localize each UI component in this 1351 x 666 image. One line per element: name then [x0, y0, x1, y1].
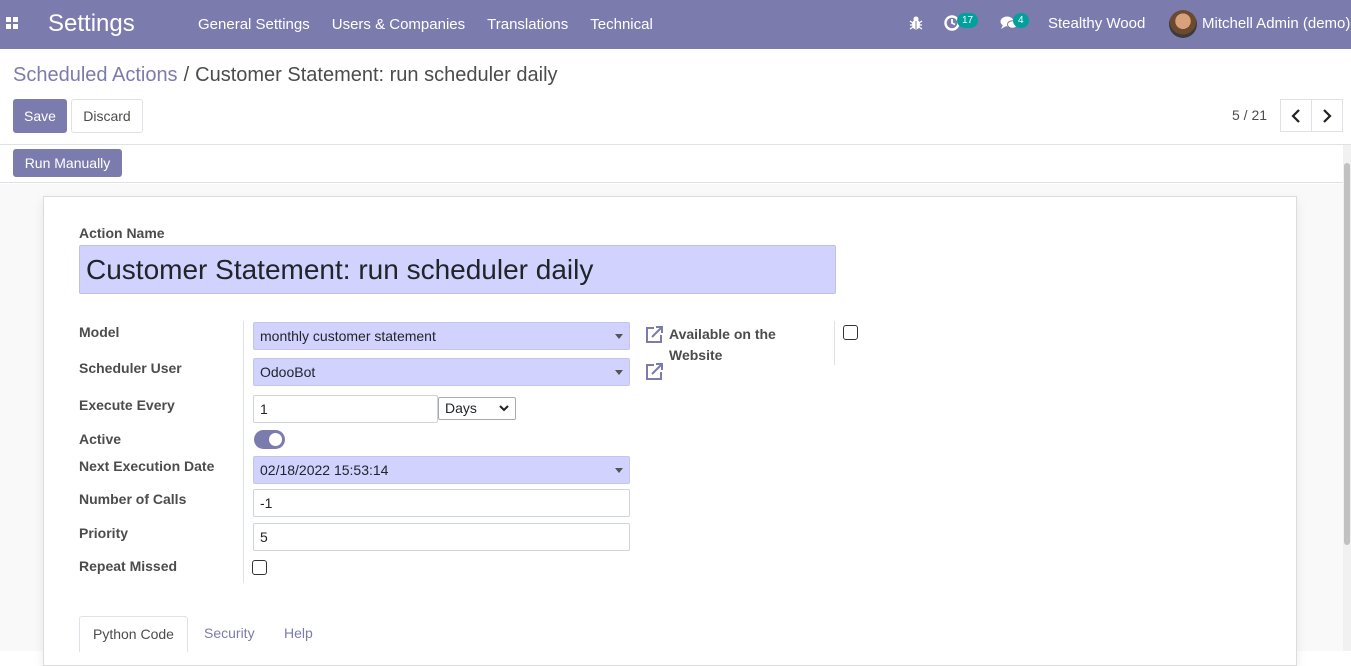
interval-number-input[interactable]: 1: [253, 395, 438, 423]
pager-value[interactable]: 5 / 21: [1232, 107, 1267, 123]
chevron-left-icon: [1291, 108, 1300, 123]
menu-translations[interactable]: Translations: [476, 0, 579, 49]
menu-technical[interactable]: Technical: [579, 0, 664, 49]
avatar[interactable]: [1169, 10, 1197, 38]
next-execution-date-field[interactable]: 02/18/2022 15:53:14: [253, 456, 630, 484]
external-link-icon[interactable]: [643, 361, 665, 383]
run-manually-button[interactable]: Run Manually: [13, 149, 122, 177]
tab-python-code[interactable]: Python Code: [79, 616, 188, 652]
interval-unit-select[interactable]: Days: [438, 397, 516, 420]
next-execution-date-value: 02/18/2022 15:53:14: [260, 462, 389, 478]
available-website-label-line2: Website: [669, 347, 723, 363]
messages-badge: 4: [1013, 13, 1029, 28]
website-separator: [834, 321, 835, 365]
next-execution-date-label: Next Execution Date: [79, 458, 215, 474]
toggle-knob: [269, 433, 282, 446]
available-website-checkbox[interactable]: [843, 325, 858, 340]
active-label: Active: [79, 431, 122, 447]
execute-every-label: Execute Every: [79, 397, 175, 413]
apps-grid-icon[interactable]: [6, 17, 20, 31]
number-of-calls-input[interactable]: -1: [253, 489, 630, 517]
caret-down-icon[interactable]: [615, 370, 623, 375]
caret-down-icon[interactable]: [615, 334, 623, 339]
model-value: monthly customer statement: [260, 328, 436, 344]
breadcrumb-separator: /: [183, 64, 190, 86]
caret-down-icon[interactable]: [615, 468, 623, 473]
tab-security[interactable]: Security: [191, 616, 268, 652]
top-navbar: Settings General Settings Users & Compan…: [0, 0, 1351, 49]
priority-input[interactable]: 5: [253, 523, 630, 551]
company-switcher[interactable]: Stealthy Wood: [1048, 15, 1145, 32]
menu-users-companies[interactable]: Users & Companies: [321, 0, 476, 49]
main-menu: General Settings Users & Companies Trans…: [187, 0, 664, 49]
number-of-calls-label: Number of Calls: [79, 491, 187, 507]
breadcrumb-scheduled-actions[interactable]: Scheduled Actions: [13, 64, 178, 86]
repeat-missed-label: Repeat Missed: [79, 558, 178, 574]
model-field[interactable]: monthly customer statement: [253, 322, 630, 350]
priority-label: Priority: [79, 525, 129, 541]
user-menu[interactable]: Mitchell Admin (demo): [1202, 15, 1350, 32]
scheduler-user-field[interactable]: OdooBot: [253, 358, 630, 386]
label-separator: [243, 321, 244, 583]
discard-button[interactable]: Discard: [71, 99, 143, 133]
available-website-label-line1: Available on the: [669, 326, 776, 342]
bug-icon[interactable]: [908, 15, 924, 31]
breadcrumb: Scheduled Actions / Customer Statement: ru…: [13, 64, 558, 87]
tab-help[interactable]: Help: [271, 616, 326, 652]
available-website-label: Available on the Website: [669, 324, 776, 366]
activity-badge: 17: [957, 13, 979, 28]
active-toggle[interactable]: [254, 430, 285, 449]
repeat-missed-checkbox[interactable]: [252, 560, 267, 575]
action-name-input[interactable]: Customer Statement: run scheduler daily: [79, 245, 836, 294]
save-button[interactable]: Save: [13, 99, 67, 133]
menu-general-settings[interactable]: General Settings: [187, 0, 321, 49]
chevron-down-icon: [499, 405, 509, 412]
pager-next-button[interactable]: [1311, 99, 1343, 132]
external-link-icon[interactable]: [643, 324, 665, 346]
scrollbar-thumb[interactable]: [1344, 163, 1350, 545]
form-statusbar: [0, 145, 1351, 183]
action-name-label: Action Name: [79, 225, 165, 241]
model-label: Model: [79, 324, 120, 340]
chevron-right-icon: [1323, 108, 1332, 123]
interval-unit-value: Days: [445, 400, 477, 416]
scheduler-user-value: OdooBot: [260, 364, 316, 380]
pager-previous-button[interactable]: [1280, 99, 1312, 132]
app-title[interactable]: Settings: [48, 10, 135, 38]
breadcrumb-current: Customer Statement: run scheduler daily: [195, 64, 558, 86]
scheduler-user-label: Scheduler User: [79, 360, 182, 376]
